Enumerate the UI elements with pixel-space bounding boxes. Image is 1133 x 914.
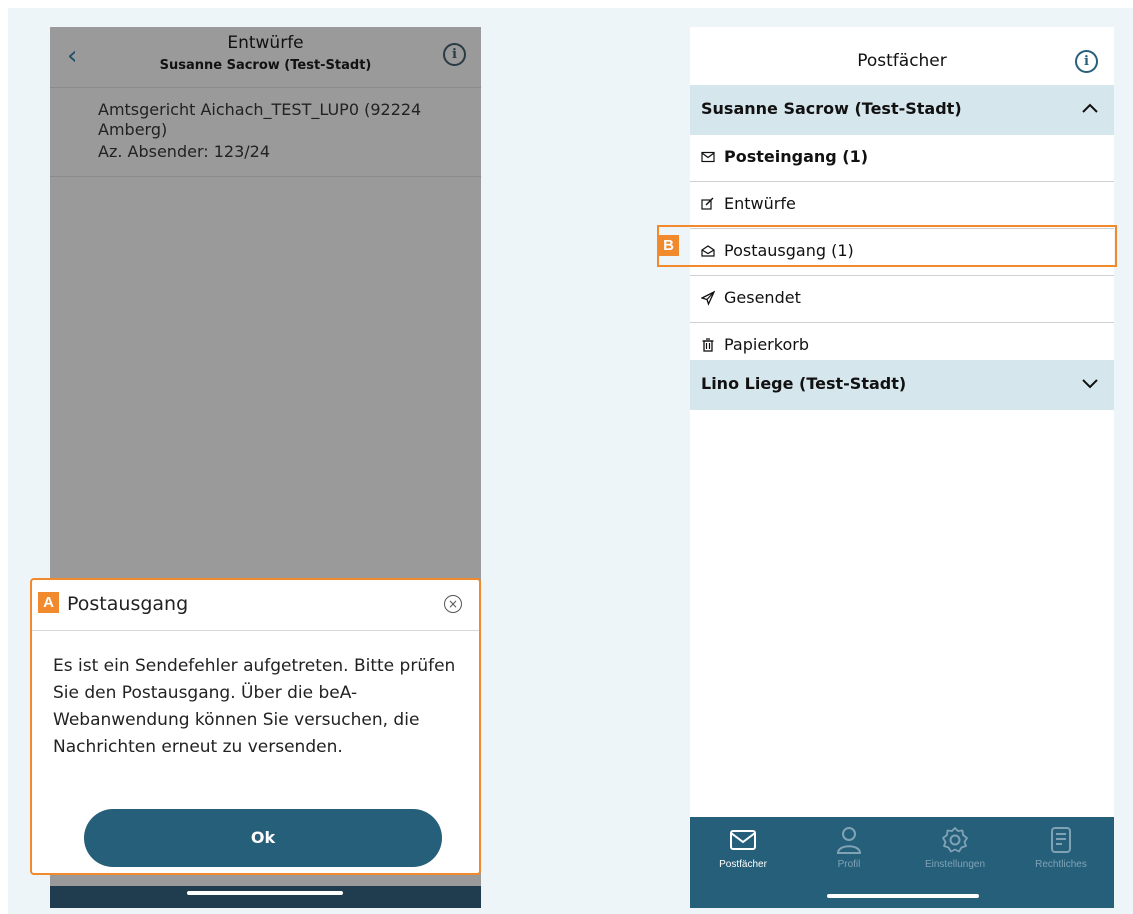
- tab-label: Postfächer: [719, 859, 767, 870]
- dialog-title: Postausgang: [67, 593, 189, 615]
- tab-label: Rechtliches: [1035, 859, 1087, 870]
- tab-label: Profil: [837, 859, 861, 870]
- folder-item-posteingang[interactable]: Posteingang (1): [690, 135, 1114, 182]
- info-icon[interactable]: i: [1075, 50, 1098, 73]
- tab-rechtliches[interactable]: Rechtliches: [1008, 817, 1114, 887]
- page-title: Entwürfe: [227, 33, 304, 53]
- draft-reference: Az. Absender: 123/24: [98, 142, 270, 161]
- tab-label: Einstellungen: [924, 859, 986, 870]
- drafts-header: ‹ Entwürfe Susanne Sacrow (Test-Stadt) i: [50, 27, 481, 87]
- settings-icon: [942, 827, 968, 853]
- mailbox-group-label: Lino Liege (Test-Stadt): [701, 374, 907, 393]
- draft-recipient: Amtsgericht Aichach_TEST_LUP0 (92224 Amb…: [98, 100, 422, 139]
- folder-label: Posteingang (1): [724, 147, 869, 166]
- dialog-header: A Postausgang ×: [32, 580, 479, 631]
- send-icon: [701, 290, 715, 306]
- draft-list-item[interactable]: Amtsgericht Aichach_TEST_LUP0 (92224 Amb…: [50, 87, 481, 177]
- right-phone-screen: Postfächer i Susanne Sacrow (Test-Stadt)…: [690, 27, 1114, 908]
- mailbox-group-susanne[interactable]: Susanne Sacrow (Test-Stadt): [690, 85, 1114, 135]
- tab-einstellungen[interactable]: Einstellungen: [902, 817, 1008, 887]
- chevron-down-icon[interactable]: [1080, 373, 1100, 393]
- ok-button[interactable]: Ok: [84, 809, 442, 867]
- bottom-tab-bar: Postfächer Profil Einstellungen Rechtlic…: [690, 817, 1114, 908]
- inbox-icon: [701, 151, 715, 163]
- tab-postfaecher[interactable]: Postfächer: [690, 817, 796, 887]
- folder-label: Gesendet: [724, 288, 801, 307]
- outbox-error-dialog: A Postausgang × Es ist ein Sendefehler a…: [30, 578, 481, 875]
- trash-icon: [702, 338, 714, 352]
- callout-badge-b: B: [658, 235, 679, 256]
- callout-badge-a: A: [38, 592, 59, 613]
- close-icon[interactable]: ×: [444, 595, 462, 613]
- mailbox-group-label: Susanne Sacrow (Test-Stadt): [701, 99, 962, 118]
- folder-item-entwuerfe[interactable]: Entwürfe: [690, 182, 1114, 229]
- info-icon[interactable]: i: [443, 43, 466, 66]
- tab-profil[interactable]: Profil: [796, 817, 902, 887]
- chevron-up-icon[interactable]: [1080, 98, 1100, 118]
- mail-icon: [730, 830, 756, 850]
- folder-label: Entwürfe: [724, 194, 796, 213]
- mailbox-group-lino[interactable]: Lino Liege (Test-Stadt): [690, 360, 1114, 410]
- callout-highlight-postausgang: B: [657, 225, 1117, 267]
- profile-icon: [836, 827, 862, 854]
- dialog-message: Es ist ein Sendefehler aufgetreten. Bitt…: [53, 656, 456, 757]
- home-indicator[interactable]: [827, 894, 979, 898]
- home-indicator-bar: [50, 886, 481, 908]
- page-subtitle: Susanne Sacrow (Test-Stadt): [159, 58, 372, 73]
- document-icon: [1051, 827, 1071, 853]
- edit-icon: [701, 197, 714, 210]
- page-title: Postfächer: [857, 51, 947, 71]
- home-indicator[interactable]: [187, 891, 343, 895]
- folder-item-gesendet[interactable]: Gesendet: [690, 276, 1114, 323]
- folder-label: Papierkorb: [724, 335, 809, 354]
- mailboxes-header: Postfächer i: [690, 27, 1114, 85]
